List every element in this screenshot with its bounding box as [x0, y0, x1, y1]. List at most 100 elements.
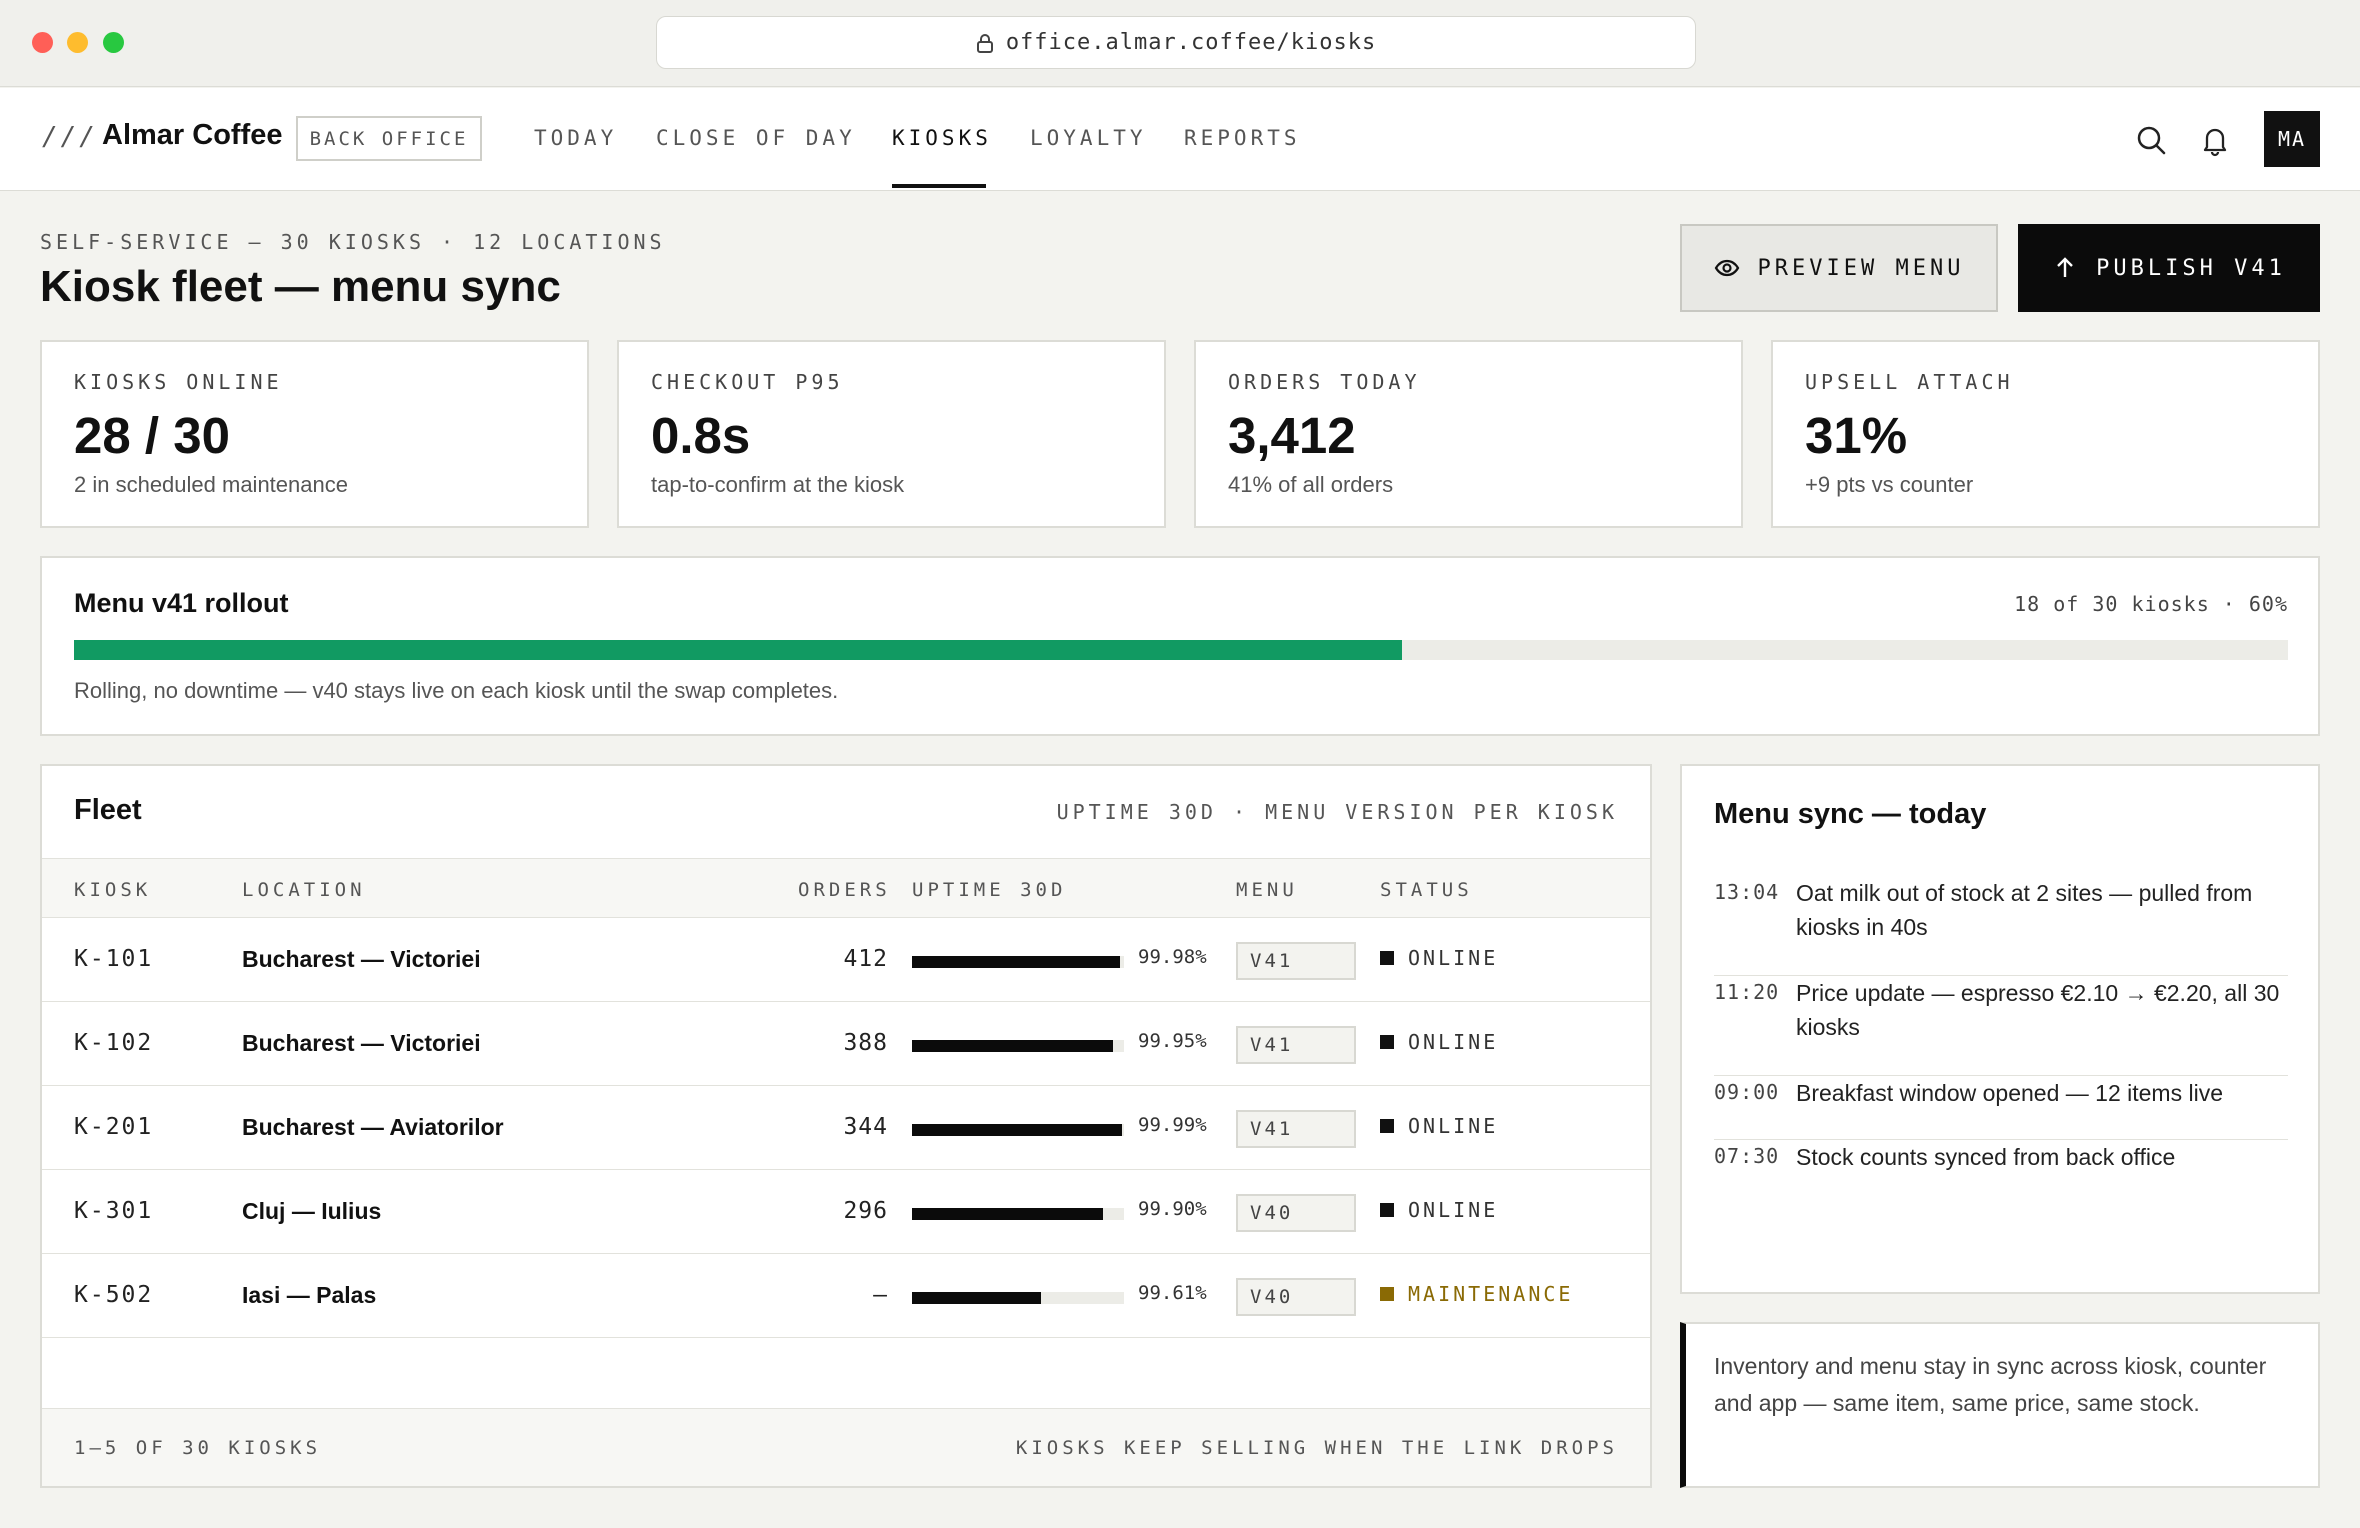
- kiosk-id: K-301: [74, 1198, 154, 1224]
- col-uptime[interactable]: UPTIME 30D: [912, 879, 1066, 901]
- sync-event: 13:04 Oat milk out of stock at 2 sites — …: [1714, 876, 2288, 976]
- uptime-bar: [912, 1208, 1124, 1220]
- stat-value: 3,412: [1228, 407, 1356, 464]
- kiosk-location: Bucharest — Aviatorilor: [242, 1114, 504, 1140]
- kiosk-location: Cluj — Iulius: [242, 1198, 382, 1224]
- rollout-progress-fill: [74, 640, 1403, 660]
- preview-menu-button[interactable]: PREVIEW MENU: [1680, 224, 1998, 312]
- offline-note: KIOSKS KEEP SELLING WHEN THE LINK DROPS: [1015, 1437, 1618, 1459]
- fleet-title: Fleet: [74, 794, 142, 826]
- sync-event: 09:00 Breakfast window opened — 12 items …: [1714, 1076, 2288, 1140]
- status-badge: ONLINE: [1380, 1030, 1498, 1054]
- bell-icon[interactable]: [2198, 123, 2232, 157]
- menu-version-badge: V41: [1236, 1026, 1356, 1064]
- uptime-bar: [912, 1040, 1124, 1052]
- event-description: Stock counts synced from back office: [1796, 1144, 2176, 1170]
- status-square-icon: [1380, 1035, 1394, 1049]
- maximize-window-button[interactable]: [103, 32, 124, 53]
- nav-today[interactable]: TODAY: [534, 126, 617, 150]
- publish-button[interactable]: PUBLISH V41: [2018, 224, 2320, 312]
- sync-callout: Inventory and menu stay in sync across k…: [1680, 1322, 2320, 1488]
- status-text: MAINTENANCE: [1408, 1282, 1574, 1306]
- arrow-up-icon: [2057, 257, 2073, 277]
- status-text: ONLINE: [1408, 1030, 1499, 1054]
- event-time: 09:00: [1714, 1080, 1780, 1104]
- menu-version-badge: V40: [1236, 1278, 1356, 1316]
- col-status[interactable]: STATUS: [1380, 879, 1473, 901]
- eye-icon: [1714, 259, 1739, 277]
- nav-kiosks[interactable]: KIOSKS: [892, 126, 992, 150]
- table-row[interactable]: K-101 Bucharest — Victoriei 412 99.98% V41 ON…: [42, 918, 1650, 1002]
- uptime-value: 99.61%: [1138, 1282, 1207, 1304]
- minimize-window-button[interactable]: [67, 32, 88, 53]
- stat-card-upsell-attach: UPSELL ATTACH 31% +9 pts vs counter: [1771, 340, 2320, 528]
- user-avatar[interactable]: MA: [2264, 111, 2320, 167]
- stat-label: ORDERS TODAY: [1228, 370, 1421, 394]
- kiosk-id: K-502: [74, 1282, 154, 1308]
- stat-sub: 2 in scheduled maintenance: [74, 472, 348, 497]
- uptime-value: 99.95%: [1138, 1030, 1207, 1052]
- status-badge: ONLINE: [1380, 1114, 1498, 1138]
- rollout-progress-bar: [74, 640, 2288, 660]
- table-row[interactable]: K-502 Iasi — Palas — 99.61% V40 MAINTENANCE: [42, 1254, 1650, 1338]
- kiosk-orders: 344: [843, 1114, 888, 1140]
- callout-text: Inventory and menu stay in sync across k…: [1714, 1353, 2267, 1416]
- active-tab-indicator: [892, 184, 986, 188]
- stat-sub: tap-to-confirm at the kiosk: [651, 472, 905, 497]
- table-row[interactable]: K-201 Bucharest — Aviatorilor 344 99.99% V41…: [42, 1086, 1650, 1170]
- nav-loyalty[interactable]: LOYALTY: [1030, 126, 1147, 150]
- preview-menu-label: PREVIEW MENU: [1757, 255, 1965, 281]
- menu-version-badge: V40: [1236, 1194, 1356, 1232]
- table-row[interactable]: K-301 Cluj — Iulius 296 99.90% V40 ONLINE: [42, 1170, 1650, 1254]
- fleet-meta: UPTIME 30D · MENU VERSION PER KIOSK: [1056, 800, 1618, 824]
- stat-value: 31%: [1805, 407, 1908, 464]
- col-menu[interactable]: MENU: [1236, 879, 1298, 901]
- kiosk-id: K-101: [74, 946, 154, 972]
- brand-name[interactable]: Almar Coffee: [102, 119, 283, 152]
- status-square-icon: [1380, 951, 1394, 965]
- status-text: ONLINE: [1408, 946, 1499, 970]
- status-square-icon: [1380, 1203, 1394, 1217]
- page-title: Kiosk fleet — menu sync: [40, 262, 561, 311]
- stat-label: UPSELL ATTACH: [1805, 370, 2014, 394]
- kiosk-location: Bucharest — Victoriei: [242, 946, 481, 972]
- event-time: 07:30: [1714, 1144, 1780, 1168]
- kiosk-orders: —: [873, 1282, 888, 1308]
- col-orders[interactable]: ORDERS: [798, 879, 891, 901]
- status-text: ONLINE: [1408, 1114, 1499, 1138]
- page-eyebrow: SELF-SERVICE — 30 KIOSKS · 12 LOCATIONS: [40, 230, 666, 254]
- event-time: 11:20: [1714, 980, 1780, 1004]
- uptime-bar-fill: [912, 1292, 1042, 1304]
- logo-mark: ///: [42, 122, 98, 152]
- sync-event: 07:30 Stock counts synced from back offic…: [1714, 1140, 2288, 1204]
- uptime-bar-fill: [912, 1208, 1103, 1220]
- event-description: Price update — espresso €2.10 → €2.20, a…: [1796, 980, 2280, 1040]
- status-square-icon: [1380, 1287, 1394, 1301]
- sync-event: 11:20 Price update — espresso €2.10 → €2.…: [1714, 976, 2288, 1076]
- uptime-bar: [912, 956, 1124, 968]
- search-icon[interactable]: [2134, 123, 2168, 157]
- stat-sub: +9 pts vs counter: [1805, 472, 1974, 497]
- uptime-bar: [912, 1292, 1124, 1304]
- nav-close-of-day[interactable]: CLOSE OF DAY: [656, 126, 856, 150]
- kiosk-id: K-201: [74, 1114, 154, 1140]
- stat-value: 0.8s: [651, 407, 751, 464]
- nav-reports[interactable]: REPORTS: [1184, 126, 1301, 150]
- rollout-meta: 18 of 30 kiosks · 60%: [2014, 592, 2288, 616]
- status-square-icon: [1380, 1119, 1394, 1133]
- kiosk-id: K-102: [74, 1030, 154, 1056]
- col-location[interactable]: LOCATION: [242, 879, 366, 901]
- publish-label: PUBLISH V41: [2096, 255, 2286, 281]
- uptime-bar-fill: [912, 1040, 1114, 1052]
- kiosk-location: Iasi — Palas: [242, 1282, 377, 1308]
- table-row[interactable]: K-102 Bucharest — Victoriei 388 99.95% V41 ON…: [42, 1002, 1650, 1086]
- uptime-bar-fill: [912, 956, 1120, 968]
- col-kiosk[interactable]: KIOSK: [74, 879, 151, 901]
- close-window-button[interactable]: [32, 32, 53, 53]
- address-bar[interactable]: office.almar.coffee/kiosks: [656, 16, 1696, 69]
- kiosk-orders: 388: [843, 1030, 888, 1056]
- uptime-bar: [912, 1124, 1124, 1136]
- stat-card-orders-today: ORDERS TODAY 3,412 41% of all orders: [1194, 340, 1743, 528]
- stat-value: 28 / 30: [74, 407, 230, 464]
- back-office-badge: BACK OFFICE: [296, 116, 482, 161]
